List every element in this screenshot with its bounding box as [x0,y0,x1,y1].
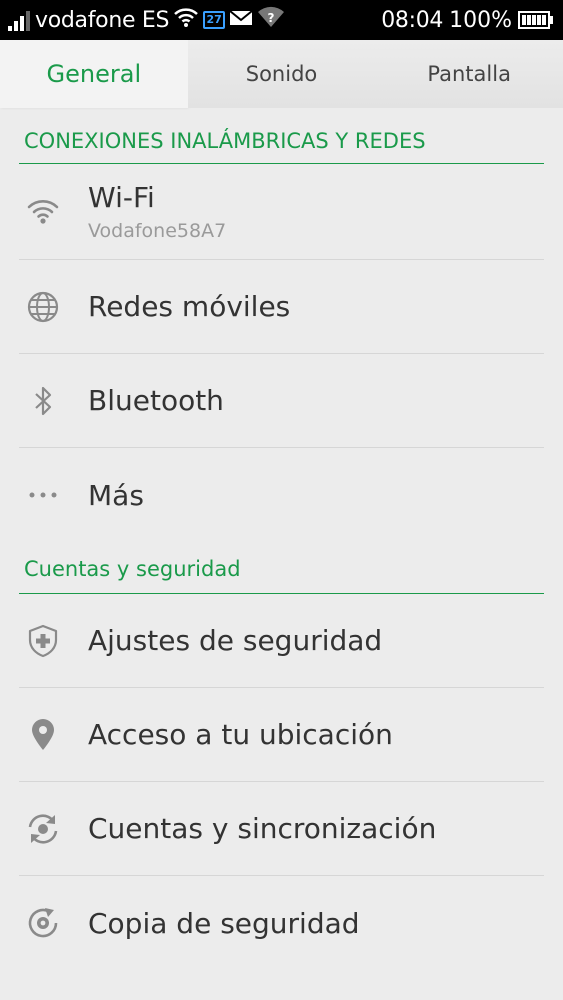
settings-item-mobile-networks[interactable]: Redes móviles [19,260,544,354]
wifi-icon [19,188,67,236]
shield-icon [19,617,67,665]
section-title: CONEXIONES INALÁMBRICAS Y REDES [24,129,426,153]
tab-general[interactable]: General [0,40,188,108]
section-title: Cuentas y seguridad [24,557,241,581]
backup-icon [19,899,67,947]
settings-item-accounts-sync[interactable]: Cuentas y sincronización [19,782,544,876]
signal-icon [8,9,30,31]
settings-item-label: Más [88,478,144,512]
bluetooth-icon [19,377,67,425]
settings-item-wifi[interactable]: Wi-Fi Vodafone58A7 [19,164,544,260]
settings-item-backup[interactable]: Copia de seguridad [19,876,544,970]
location-pin-icon [19,711,67,759]
wifi-network-name: Vodafone58A7 [88,220,227,242]
settings-list: CONEXIONES INALÁMBRICAS Y REDES Wi-Fi Vo… [0,108,563,970]
settings-item-location[interactable]: Acceso a tu ubicación [19,688,544,782]
battery-icon [518,11,553,29]
mail-icon [229,8,253,33]
settings-item-label: Ajustes de seguridad [88,624,383,657]
tab-bar: General Sonido Pantalla [0,40,563,108]
settings-item-bluetooth[interactable]: Bluetooth [19,354,544,448]
settings-item-label: Cuentas y sincronización [88,812,437,845]
tab-label: General [46,60,142,88]
svg-text:?: ? [268,11,275,25]
settings-item-security[interactable]: Ajustes de seguridad [19,594,544,688]
globe-icon [19,283,67,331]
settings-item-label: Bluetooth [88,384,224,417]
calendar-icon: 27 [203,11,226,29]
sync-icon [19,805,67,853]
clock: 08:04 [381,7,444,33]
section-header-accounts: Cuentas y seguridad [19,542,544,594]
carrier-name: vodafone ES [35,7,170,33]
battery-percentage: 100% [449,7,512,33]
settings-item-label: Wi-Fi [88,181,155,214]
settings-item-label: Copia de seguridad [88,906,360,940]
tab-label: Pantalla [427,62,511,86]
section-header-wireless: CONEXIONES INALÁMBRICAS Y REDES [19,108,544,164]
wifi-icon [173,6,199,34]
wifi-question-icon: ? [257,6,285,34]
tab-pantalla[interactable]: Pantalla [375,40,563,108]
settings-item-label: Redes móviles [88,290,291,323]
status-bar: vodafone ES 27 ? 08:04 100% [0,0,563,40]
settings-item-label: Acceso a tu ubicación [88,718,393,751]
tab-sonido[interactable]: Sonido [187,40,376,108]
settings-item-more[interactable]: Más [19,448,544,542]
more-icon [19,471,67,519]
tab-label: Sonido [245,62,318,86]
